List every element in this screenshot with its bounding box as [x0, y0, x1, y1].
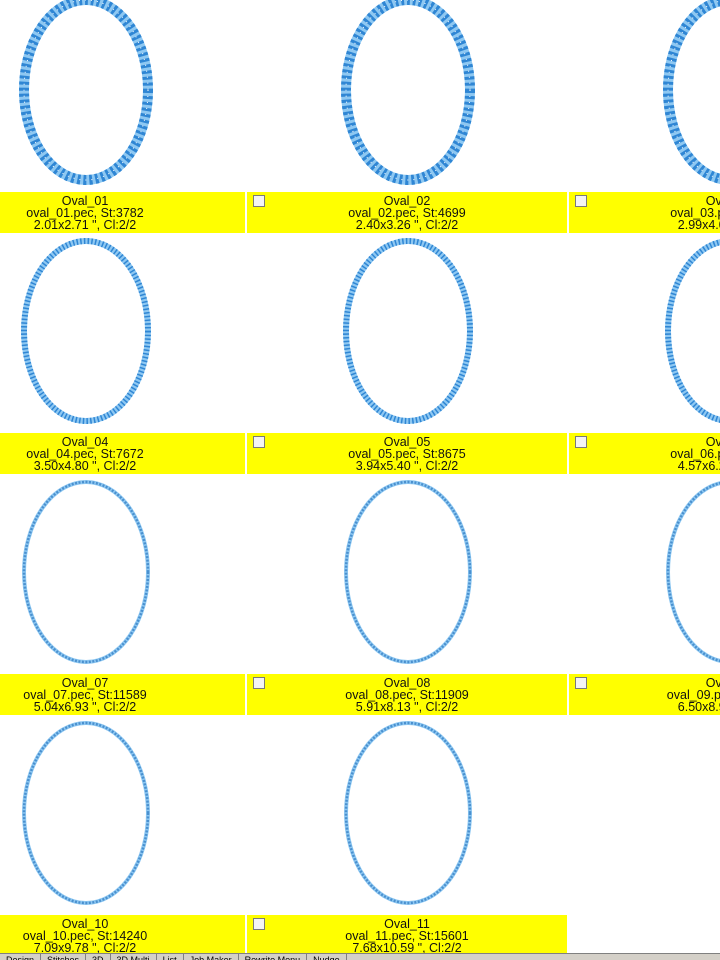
design-thumbnail[interactable]: Oval_11 oval_11.pec, St:15601 7.68x10.59 "… [247, 711, 569, 956]
oval-outline-icon [344, 721, 472, 905]
design-thumbnail[interactable]: Oval_03oval_03.pec, St:52302.99x4.08 ", … [569, 0, 720, 233]
thumbnail-row: Oval_01 oval_01.pec, St:3782 2.01x2.71 ", … [0, 0, 720, 233]
design-caption: Oval_07 oval_07.pec, St:11589 5.04x6.93 ",… [0, 674, 247, 715]
design-caption: Oval_01 oval_01.pec, St:3782 2.01x2.71 ", … [0, 192, 247, 233]
select-design-checkbox[interactable] [253, 677, 265, 689]
select-design-checkbox[interactable] [253, 918, 265, 930]
select-design-checkbox[interactable] [253, 195, 265, 207]
design-caption: Oval_06oval_06.pec, St:99644.57x6.27 ", … [569, 433, 720, 474]
oval-outline-icon [341, 0, 475, 185]
design-thumbnail[interactable]: Oval_05 oval_05.pec, St:8675 3.94x5.40 ", … [247, 229, 569, 474]
oval-outline-icon [19, 0, 153, 185]
tab-3d[interactable]: 3D [86, 954, 111, 960]
design-caption: Oval_04 oval_04.pec, St:7672 3.50x4.80 ", … [0, 433, 247, 474]
design-thumbnail[interactable]: Oval_02 oval_02.pec, St:4699 2.40x3.26 ", … [247, 0, 569, 233]
design-preview[interactable] [0, 0, 247, 192]
tab-design[interactable]: Design [0, 954, 42, 960]
design-preview[interactable] [569, 229, 720, 433]
design-thumbnail[interactable]: Oval_08 oval_08.pec, St:11909 5.91x8.13 ",… [247, 470, 569, 715]
thumbnail-row: Oval_10 oval_10.pec, St:14240 7.09x9.78 ",… [0, 711, 720, 956]
oval-outline-icon [343, 238, 473, 424]
oval-outline-icon [666, 481, 720, 663]
design-preview[interactable] [247, 0, 569, 192]
design-caption: Oval_11 oval_11.pec, St:15601 7.68x10.59 "… [247, 915, 569, 956]
oval-outline-icon [663, 0, 720, 184]
select-design-checkbox[interactable] [575, 195, 587, 207]
thumbnail-row: Oval_07 oval_07.pec, St:11589 5.04x6.93 ",… [0, 470, 720, 715]
design-preview[interactable] [0, 229, 247, 433]
design-preview[interactable] [569, 0, 720, 192]
design-thumbnail[interactable]: Oval_07 oval_07.pec, St:11589 5.04x6.93 ",… [0, 470, 247, 715]
tab-job-maker[interactable]: Job Maker [184, 954, 239, 960]
tab-list[interactable]: List [157, 954, 184, 960]
oval-outline-icon [21, 238, 151, 424]
tab-stitches[interactable]: Stitches [41, 954, 87, 960]
design-preview[interactable] [247, 229, 569, 433]
design-preview[interactable] [247, 711, 569, 915]
design-preview[interactable] [0, 711, 247, 915]
design-caption: Oval_02 oval_02.pec, St:4699 2.40x3.26 ", … [247, 192, 569, 233]
thumbnail-row: Oval_04 oval_04.pec, St:7672 3.50x4.80 ", … [0, 229, 720, 474]
design-caption: Oval_03oval_03.pec, St:52302.99x4.08 ", … [569, 192, 720, 233]
select-design-checkbox[interactable] [253, 436, 265, 448]
design-preview[interactable] [0, 470, 247, 674]
design-thumbnail[interactable]: Oval_04 oval_04.pec, St:7672 3.50x4.80 ", … [0, 229, 247, 474]
design-thumbnail[interactable]: Oval_10 oval_10.pec, St:14240 7.09x9.78 ",… [0, 711, 247, 956]
oval-outline-icon [665, 239, 720, 423]
design-thumbnail[interactable]: Oval_01 oval_01.pec, St:3782 2.01x2.71 ", … [0, 0, 247, 233]
thumbnail-viewport[interactable]: Oval_01 oval_01.pec, St:3782 2.01x2.71 ", … [0, 0, 720, 960]
empty-thumbnail-slot [569, 711, 720, 952]
design-caption: Oval_09oval_09.pec, St:127616.50x8.95 ",… [569, 674, 720, 715]
design-preview[interactable] [569, 470, 720, 674]
view-tab-bar: Design Stitches 3D 3D Multi List Job Maker Rew… [0, 953, 720, 960]
oval-outline-icon [22, 721, 150, 905]
tab-rewrite-menu[interactable]: Rewrite Menu [239, 954, 308, 960]
select-design-checkbox[interactable] [575, 436, 587, 448]
design-preview[interactable] [247, 470, 569, 674]
design-caption: Oval_10 oval_10.pec, St:14240 7.09x9.78 ",… [0, 915, 247, 956]
select-design-checkbox[interactable] [575, 677, 587, 689]
tab-nudge[interactable]: Nudge [307, 954, 347, 960]
tab-3d-multi[interactable]: 3D Multi [111, 954, 157, 960]
design-thumbnail[interactable]: Oval_09oval_09.pec, St:127616.50x8.95 ",… [569, 470, 720, 715]
design-thumbnail-grid: Oval_01 oval_01.pec, St:3782 2.01x2.71 ", … [0, 0, 720, 956]
design-caption: Oval_05 oval_05.pec, St:8675 3.94x5.40 ", … [247, 433, 569, 474]
design-thumbnail[interactable]: Oval_06oval_06.pec, St:99644.57x6.27 ", … [569, 229, 720, 474]
design-caption: Oval_08 oval_08.pec, St:11909 5.91x8.13 ",… [247, 674, 569, 715]
oval-outline-icon [344, 480, 472, 664]
oval-outline-icon [22, 480, 150, 664]
